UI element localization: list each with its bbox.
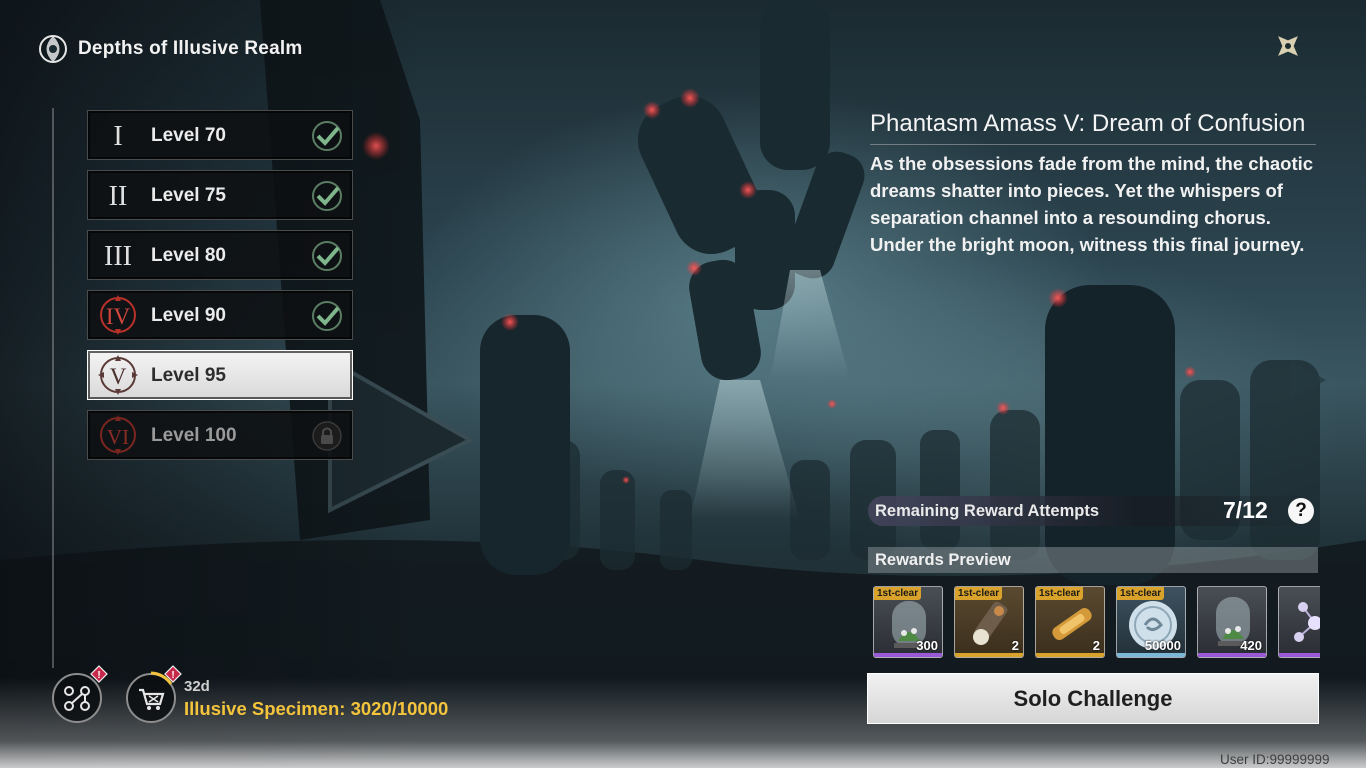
reward-item[interactable]	[1278, 586, 1320, 658]
svg-text:III: III	[104, 241, 132, 272]
first-clear-tag: 1st-clear	[1117, 587, 1165, 600]
alert-badge-icon: !	[90, 665, 108, 683]
level-label: Level 80	[151, 245, 226, 266]
reward-quantity: 420	[1240, 638, 1262, 653]
rewards-preview-label: Rewards Preview	[875, 551, 1011, 569]
roman-numeral-emblem-icon: V	[96, 355, 140, 395]
reward-item[interactable]: 420	[1197, 586, 1267, 658]
illusive-specimen-counter: Illusive Specimen: 3020/10000	[184, 698, 449, 719]
roman-numeral-icon: II	[96, 175, 140, 215]
roman-numeral-emblem-icon: IV	[96, 295, 140, 335]
level-item-3[interactable]: III Level 80	[87, 230, 353, 280]
checkmark-icon	[312, 181, 342, 211]
level-label: Level 90	[151, 305, 226, 326]
stage-description: As the obsessions fade from the mind, th…	[870, 153, 1314, 255]
molecule-crystal-icon	[1294, 602, 1320, 642]
reward-item[interactable]: 1st-clear 2	[954, 586, 1024, 658]
rarity-bar	[1198, 653, 1266, 657]
checkmark-icon	[312, 241, 342, 271]
solo-challenge-label: Solo Challenge	[1013, 685, 1173, 711]
roman-numeral-emblem-icon: VI	[96, 415, 140, 455]
rarity-bar	[1036, 653, 1104, 657]
rarity-bar	[1279, 653, 1320, 657]
level-label: Level 75	[151, 185, 226, 206]
alert-badge-icon: !	[164, 665, 182, 683]
checkmark-icon	[312, 301, 342, 331]
reward-item[interactable]: 1st-clear 300	[873, 586, 943, 658]
help-icon[interactable]: ?	[1288, 498, 1314, 524]
page-header: Depths of Illusive Realm	[36, 32, 302, 66]
level-item-6[interactable]: VI Level 100	[87, 410, 353, 460]
svg-text:!: !	[97, 670, 100, 681]
first-clear-tag: 1st-clear	[874, 587, 922, 600]
reward-item[interactable]: 1st-clear 2	[1035, 586, 1105, 658]
reward-quantity: 2	[1011, 638, 1019, 653]
realm-emblem-icon	[39, 35, 67, 63]
close-icon[interactable]	[1266, 24, 1310, 68]
level-label: Level 70	[151, 125, 226, 146]
reward-quantity: 50000	[1144, 638, 1181, 653]
svg-text:II: II	[109, 181, 128, 212]
roman-numeral-icon: I	[96, 115, 140, 155]
rewards-preview-list: 1st-clear 300 1st-clear 2 1st-clear 2 1s…	[873, 586, 1320, 658]
left-rail-decoration	[52, 108, 54, 668]
first-clear-tag: 1st-clear	[955, 587, 1003, 600]
rewards-preview-header: Rewards Preview	[868, 547, 1318, 573]
lock-icon	[312, 421, 342, 451]
level-item-4[interactable]: IV Level 90	[87, 290, 353, 340]
attempts-label: Remaining Reward Attempts	[875, 502, 1100, 520]
page-title: Depths of Illusive Realm	[78, 38, 303, 59]
reward-quantity: 2	[1092, 638, 1100, 653]
rarity-bar	[1117, 653, 1185, 657]
solo-challenge-button[interactable]: Solo Challenge	[867, 673, 1319, 724]
reward-quantity: 300	[916, 638, 938, 653]
rarity-bar	[874, 653, 942, 657]
stage-title: Phantasm Amass V: Dream of Confusion	[870, 110, 1316, 145]
level-label: Level 95	[151, 365, 226, 386]
user-id: User ID:99999999	[1220, 752, 1330, 767]
level-item-1[interactable]: I Level 70	[87, 110, 353, 160]
first-clear-tag: 1st-clear	[1036, 587, 1084, 600]
attempts-value: 7/12	[1223, 497, 1268, 523]
svg-text:!: !	[171, 670, 174, 681]
reward-item[interactable]: 1st-clear 50000	[1116, 586, 1186, 658]
level-item-5[interactable]: V Level 95	[87, 350, 353, 400]
checkmark-icon	[312, 121, 342, 151]
level-list: I Level 70 II Level 75 III Level 80 IV L…	[87, 110, 353, 470]
level-label: Level 100	[151, 425, 237, 446]
rarity-bar	[955, 653, 1023, 657]
roman-numeral-icon: III	[96, 235, 140, 275]
svg-text:IV: IV	[106, 304, 131, 329]
shop-timer: 32d	[184, 678, 210, 695]
svg-text:I: I	[113, 121, 122, 152]
reward-attempts-bar: Remaining Reward Attempts 7/12 ?	[868, 496, 1318, 526]
svg-text:VI: VI	[107, 425, 129, 449]
svg-text:V: V	[110, 364, 127, 389]
level-item-2[interactable]: II Level 75	[87, 170, 353, 220]
